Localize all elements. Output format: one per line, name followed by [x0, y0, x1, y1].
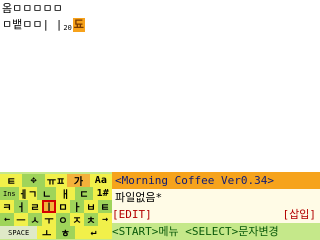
key[interactable]: ㅌ: [98, 200, 112, 213]
onscreen-keyboard: ㅌ ✥ ㅠㅍ 가 Aa Ins ㅔㄱ ㄴ ㅐ ㄷ 1# ㅋ ㅓ ㄹ ㅣ ㅁ ㅏ …: [0, 172, 112, 240]
key[interactable]: ㅜ: [42, 213, 56, 226]
editor-line-1: 옴ㅁㅁㅁㅁㅁ: [2, 2, 63, 15]
editor-line-2: ㅁ뱉ㅁㅁ| | 20 됴: [2, 17, 85, 33]
key[interactable]: ✥: [22, 174, 45, 187]
key[interactable]: ㅊ: [84, 213, 98, 226]
keyboard-row-3: ㅋ ㅓ ㄹ ㅣ ㅁ ㅏ ㅂ ㅌ: [0, 200, 112, 213]
key[interactable]: ㄷ: [74, 187, 94, 200]
key[interactable]: ㅓ: [14, 200, 28, 213]
text-editor-area[interactable]: 옴ㅁㅁㅁㅁㅁ ㅁ뱉ㅁㅁ| | 20 됴: [0, 0, 320, 172]
file-name: 파일없음*: [112, 189, 320, 206]
key[interactable]: ㅌ: [0, 174, 23, 187]
key[interactable]: ㅅ: [28, 213, 42, 226]
key[interactable]: ㅂ: [84, 200, 98, 213]
key[interactable]: ㅇ: [56, 213, 70, 226]
key[interactable]: ㄹ: [28, 200, 42, 213]
keyboard-row-4: ← ㅡ ㅅ ㅜ ㅇ ㅈ ㅊ →: [0, 213, 112, 226]
key[interactable]: ㅗ: [37, 226, 56, 239]
key[interactable]: ㅔㄱ: [18, 187, 38, 200]
key[interactable]: 가: [67, 174, 90, 187]
mode-bar: [EDIT] [삽입]: [112, 206, 320, 223]
keyboard-row-2: Ins ㅔㄱ ㄴ ㅐ ㄷ 1#: [0, 187, 112, 200]
key[interactable]: ㅡ: [14, 213, 28, 226]
text-cursor: 됴: [72, 18, 85, 32]
key[interactable]: →: [98, 213, 112, 226]
status-panel: <Morning Coffee Ver0.34> 파일없음* [EDIT] [삽…: [112, 172, 320, 240]
key[interactable]: ㅈ: [70, 213, 84, 226]
key[interactable]: ㅋ: [0, 200, 14, 213]
enter-key[interactable]: ↵: [74, 226, 112, 239]
help-bar: <START>메뉴 <SELECT>문자변경: [112, 223, 320, 240]
key[interactable]: 1#: [93, 187, 112, 200]
key[interactable]: ㅎ: [56, 226, 75, 239]
key[interactable]: ㅏ: [70, 200, 84, 213]
key[interactable]: ←: [0, 213, 14, 226]
key[interactable]: ㅐ: [56, 187, 75, 200]
app-title: <Morning Coffee Ver0.34>: [112, 172, 320, 189]
keyboard-row-1: ㅌ ✥ ㅠㅍ 가 Aa: [0, 174, 112, 187]
key-selected[interactable]: ㅣ: [42, 200, 56, 213]
keyboard-row-5: SPACE ㅗ ㅎ ↵: [0, 226, 112, 239]
space-key[interactable]: SPACE: [0, 226, 38, 239]
editor-line-2-sub: 20: [63, 24, 72, 32]
edit-mode-label: [EDIT]: [112, 208, 152, 221]
key[interactable]: ㅠㅍ: [44, 174, 68, 187]
editor-line-2-text: ㅁ뱉ㅁㅁ| |: [2, 18, 63, 31]
key[interactable]: ㅁ: [56, 200, 70, 213]
key[interactable]: Ins: [0, 187, 19, 200]
key[interactable]: ㄴ: [37, 187, 57, 200]
insert-mode-label: [삽입]: [282, 208, 317, 221]
key[interactable]: Aa: [89, 174, 112, 187]
